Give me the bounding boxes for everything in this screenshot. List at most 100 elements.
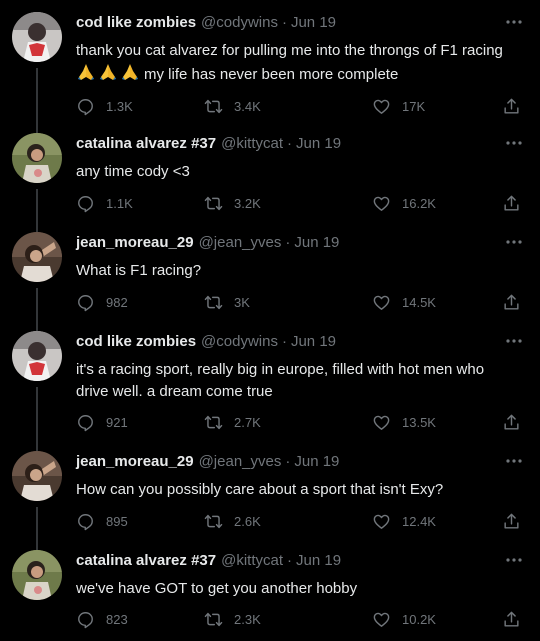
- share-button[interactable]: [502, 411, 521, 433]
- folded-hands-emoji: [76, 62, 140, 82]
- tweet-header: jean_moreau_29 @jean_yves · Jun 19: [76, 232, 526, 254]
- retweet-button[interactable]: 2.6K: [204, 510, 261, 532]
- tweet-date[interactable]: Jun 19: [294, 452, 339, 472]
- share-icon: [504, 195, 519, 211]
- share-icon: [504, 294, 519, 310]
- tweet[interactable]: cod like zombies @codywins · Jun 19 it's…: [0, 331, 540, 455]
- thread-line: [36, 288, 38, 334]
- retweet-button[interactable]: 3.4K: [204, 95, 261, 117]
- tweet[interactable]: catalina alvarez #37 @kittycat · Jun 19 …: [0, 550, 540, 641]
- like-button[interactable]: 12.4K: [372, 510, 436, 532]
- display-name[interactable]: catalina alvarez #37: [76, 551, 216, 571]
- tweet-text-line: any time cody <3: [76, 163, 190, 180]
- reply-button[interactable]: 1.1K: [76, 192, 133, 214]
- share-button[interactable]: [502, 192, 521, 214]
- tweet[interactable]: jean_moreau_29 @jean_yves · Jun 19 What …: [0, 232, 540, 334]
- reply-count: 895: [106, 513, 128, 529]
- tweet-date[interactable]: Jun 19: [294, 233, 339, 253]
- tweet[interactable]: cod like zombies @codywins · Jun 19 than…: [0, 12, 540, 140]
- separator-dot: ·: [281, 333, 287, 350]
- separator-dot: ·: [285, 453, 291, 470]
- avatar[interactable]: [12, 133, 62, 183]
- more-icon[interactable]: [502, 550, 526, 570]
- reply-button[interactable]: 921: [76, 411, 128, 433]
- tweet-text: thank you cat alvarez for pulling me int…: [76, 40, 516, 86]
- avatar-column: [12, 133, 64, 235]
- user-handle[interactable]: @kittycat: [221, 551, 283, 571]
- like-button[interactable]: 10.2K: [372, 608, 436, 630]
- thread-line: [36, 68, 38, 140]
- more-icon[interactable]: [502, 12, 526, 32]
- more-icon[interactable]: [502, 331, 526, 351]
- display-name[interactable]: jean_moreau_29: [76, 452, 194, 472]
- user-handle[interactable]: @jean_yves: [199, 452, 282, 472]
- share-button[interactable]: [502, 95, 521, 117]
- separator-dot: ·: [287, 135, 293, 152]
- avatar[interactable]: [12, 550, 62, 600]
- tweet-text-line: it's a racing sport, really big in europ…: [76, 361, 485, 378]
- retweet-icon: [204, 295, 223, 309]
- display-name[interactable]: catalina alvarez #37: [76, 134, 216, 154]
- tweet[interactable]: jean_moreau_29 @jean_yves · Jun 19 How c…: [0, 451, 540, 553]
- user-handle[interactable]: @codywins: [201, 332, 278, 352]
- reply-button[interactable]: 895: [76, 510, 128, 532]
- retweet-button[interactable]: 3.2K: [204, 192, 261, 214]
- share-button[interactable]: [502, 608, 521, 630]
- reply-icon: [78, 195, 93, 212]
- tweet-text: we've have GOT to get you another hobby: [76, 578, 516, 600]
- user-handle[interactable]: @kittycat: [221, 134, 283, 154]
- tweet-header: catalina alvarez #37 @kittycat · Jun 19: [76, 550, 526, 572]
- tweet-date[interactable]: Jun 19: [291, 13, 336, 33]
- like-button[interactable]: 16.2K: [372, 192, 436, 214]
- avatar[interactable]: [12, 12, 62, 62]
- reply-button[interactable]: 823: [76, 608, 128, 630]
- avatar-column: [12, 550, 64, 641]
- separator-dot: ·: [285, 234, 291, 251]
- reply-button[interactable]: 1.3K: [76, 95, 133, 117]
- tweet-date[interactable]: Jun 19: [296, 134, 341, 154]
- tweet-text: it's a racing sport, really big in europ…: [76, 359, 516, 403]
- share-button[interactable]: [502, 510, 521, 532]
- tweet[interactable]: catalina alvarez #37 @kittycat · Jun 19 …: [0, 133, 540, 235]
- reply-icon: [78, 513, 93, 530]
- reply-count: 1.1K: [106, 195, 133, 211]
- like-button[interactable]: 14.5K: [372, 291, 436, 313]
- tweet-date[interactable]: Jun 19: [296, 551, 341, 571]
- tweet-text: any time cody <3: [76, 161, 516, 183]
- tweet-header: cod like zombies @codywins · Jun 19: [76, 12, 526, 34]
- avatar[interactable]: [12, 232, 62, 282]
- display-name[interactable]: jean_moreau_29: [76, 233, 194, 253]
- reply-icon: [78, 98, 93, 115]
- thread-line: [36, 507, 38, 553]
- retweet-icon: [204, 99, 223, 113]
- like-button[interactable]: 13.5K: [372, 411, 436, 433]
- display-name[interactable]: cod like zombies: [76, 13, 196, 33]
- avatar-column: [12, 12, 64, 140]
- retweet-button[interactable]: 2.3K: [204, 608, 261, 630]
- display-name[interactable]: cod like zombies: [76, 332, 196, 352]
- reply-button[interactable]: 982: [76, 291, 128, 313]
- retweet-icon: [204, 514, 223, 528]
- tweet-thread: cod like zombies @codywins · Jun 19 than…: [0, 0, 540, 641]
- retweet-button[interactable]: 2.7K: [204, 411, 261, 433]
- tweet-date[interactable]: Jun 19: [291, 332, 336, 352]
- avatar[interactable]: [12, 451, 62, 501]
- like-button[interactable]: 17K: [372, 95, 425, 117]
- retweet-button[interactable]: 3K: [204, 291, 250, 313]
- tweet-text-line: we've have GOT to get you another hobby: [76, 580, 358, 597]
- share-icon: [504, 611, 519, 627]
- like-icon: [373, 415, 390, 430]
- retweet-count: 3.2K: [234, 195, 261, 211]
- tweet-actions: 982 3K 14.5K: [76, 291, 526, 313]
- share-button[interactable]: [502, 291, 521, 313]
- more-icon[interactable]: [502, 232, 526, 252]
- reply-count: 921: [106, 414, 128, 430]
- more-icon[interactable]: [502, 133, 526, 153]
- user-handle[interactable]: @codywins: [201, 13, 278, 33]
- reply-count: 823: [106, 611, 128, 627]
- avatar[interactable]: [12, 331, 62, 381]
- thread-line: [36, 387, 38, 455]
- user-handle[interactable]: @jean_yves: [199, 233, 282, 253]
- avatar-column: [12, 451, 64, 553]
- more-icon[interactable]: [502, 451, 526, 471]
